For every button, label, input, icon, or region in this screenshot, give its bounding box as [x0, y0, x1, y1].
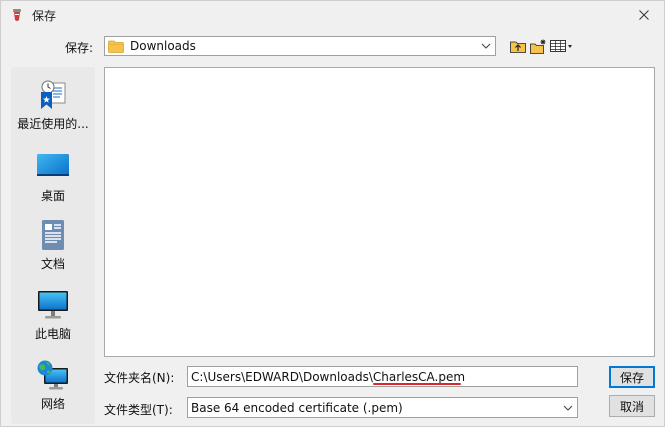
place-network[interactable]: 网络	[11, 359, 95, 419]
file-type-dropdown-arrow[interactable]	[561, 401, 575, 415]
save-in-location-combo[interactable]: Downloads	[104, 36, 496, 56]
this-pc-icon	[38, 291, 68, 319]
chevron-down-icon	[563, 405, 573, 411]
up-one-level-button[interactable]	[509, 37, 527, 55]
file-type-label: 文件类型(T):	[104, 403, 173, 417]
place-desktop[interactable]: 桌面	[11, 151, 95, 211]
cancel-button[interactable]: 取消	[609, 395, 655, 417]
save-dialog: 保存 保存: Downloads 最近使用的... 桌面 文档 此电脑 网络 文…	[0, 0, 665, 427]
recent-places-icon	[41, 80, 66, 109]
close-icon	[639, 10, 649, 20]
save-button[interactable]: 保存	[609, 366, 655, 388]
place-label: 此电脑	[34, 327, 71, 341]
places-bar: 最近使用的... 桌面 文档 此电脑 网络	[11, 67, 95, 424]
window-title: 保存	[32, 9, 57, 23]
folder-up-icon	[510, 41, 526, 53]
place-documents[interactable]: 文档	[11, 219, 95, 279]
desktop-icon	[37, 154, 69, 176]
close-button[interactable]	[634, 5, 654, 25]
place-label: 文档	[40, 257, 65, 271]
title-bar: 保存	[1, 1, 664, 29]
create-new-folder-button[interactable]	[529, 37, 547, 55]
file-type-value: Base 64 encoded certificate (.pem)	[191, 400, 403, 415]
location-dropdown-arrow[interactable]	[479, 39, 493, 53]
new-folder-icon	[529, 39, 545, 54]
file-type-combo[interactable]: Base 64 encoded certificate (.pem)	[187, 397, 578, 418]
save-in-label: 保存:	[65, 41, 94, 55]
place-label: 桌面	[40, 189, 65, 203]
place-recent[interactable]: 最近使用的...	[11, 79, 95, 139]
network-icon	[37, 360, 68, 390]
view-menu-button[interactable]	[549, 37, 575, 55]
documents-icon	[42, 220, 64, 250]
folder-icon	[108, 40, 124, 53]
place-this-pc[interactable]: 此电脑	[11, 289, 95, 349]
app-icon	[13, 9, 21, 21]
view-details-icon	[550, 40, 572, 52]
chevron-down-icon	[481, 43, 491, 49]
filename-highlight-underline	[373, 383, 461, 385]
save-in-location-text: Downloads	[130, 39, 196, 53]
file-list[interactable]	[104, 67, 655, 357]
place-label: 网络	[40, 397, 65, 411]
file-name-label: 文件夹名(N):	[104, 371, 175, 385]
place-label: 最近使用的...	[17, 117, 89, 131]
